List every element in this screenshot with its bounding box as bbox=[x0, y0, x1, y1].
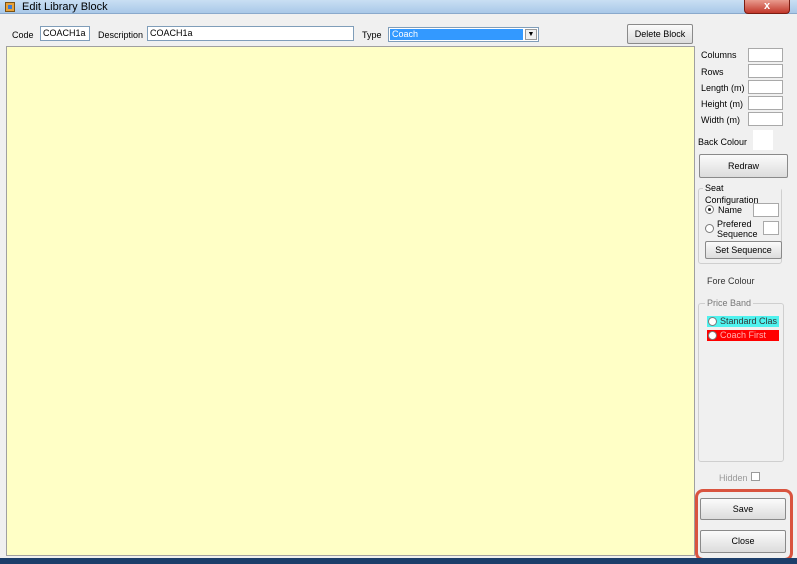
chevron-down-icon[interactable]: ▼ bbox=[525, 29, 537, 40]
coach-first-label: Coach First bbox=[720, 330, 767, 340]
standard-label: Standard Clas bbox=[720, 316, 778, 326]
sequence-radio[interactable] bbox=[705, 224, 714, 233]
hidden-label: Hidden bbox=[719, 473, 748, 483]
name-input[interactable] bbox=[753, 203, 779, 217]
name-radio[interactable] bbox=[705, 205, 714, 214]
redraw-button[interactable]: Redraw bbox=[699, 154, 788, 178]
type-select[interactable]: Coach ▼ bbox=[388, 27, 539, 42]
height-input[interactable] bbox=[748, 96, 783, 110]
window-close-button[interactable]: x bbox=[744, 0, 790, 14]
price-band-title: Price Band bbox=[705, 297, 754, 309]
price-band-item-coach-first[interactable]: Coach First bbox=[707, 330, 779, 341]
highlight-box bbox=[695, 489, 793, 561]
sequence-label: Prefered Sequence bbox=[717, 219, 758, 239]
columns-input[interactable] bbox=[748, 48, 783, 62]
header-toolbar: Code COACH1a Description COACH1a Type Co… bbox=[0, 14, 797, 46]
columns-label: Columns bbox=[701, 50, 737, 60]
length-label: Length (m) bbox=[701, 83, 745, 93]
block-canvas[interactable] bbox=[6, 46, 695, 556]
price-band-item-standard[interactable]: Standard Clas bbox=[707, 316, 779, 327]
type-label: Type bbox=[362, 30, 382, 40]
sequence-input[interactable] bbox=[763, 221, 779, 235]
type-selected-value: Coach bbox=[390, 29, 523, 40]
length-input[interactable] bbox=[748, 80, 783, 94]
description-input[interactable]: COACH1a bbox=[147, 26, 354, 41]
standard-radio[interactable] bbox=[708, 317, 717, 326]
rows-label: Rows bbox=[701, 67, 724, 77]
rows-input[interactable] bbox=[748, 64, 783, 78]
name-label: Name bbox=[718, 205, 743, 215]
code-label: Code bbox=[12, 30, 34, 40]
fore-colour-label: Fore Colour bbox=[707, 276, 755, 286]
taskbar bbox=[0, 558, 797, 564]
close-icon: x bbox=[763, 0, 771, 12]
description-label: Description bbox=[98, 30, 144, 40]
app-icon bbox=[5, 2, 15, 12]
code-input[interactable]: COACH1a bbox=[40, 26, 90, 41]
set-sequence-button[interactable]: Set Sequence bbox=[705, 241, 782, 259]
seat-configuration-group: Seat Configuration Name Prefered Sequenc… bbox=[698, 182, 782, 264]
coach-first-radio[interactable] bbox=[708, 331, 717, 340]
delete-block-button[interactable]: Delete Block bbox=[627, 24, 693, 44]
window-title: Edit Library Block bbox=[22, 1, 108, 13]
back-colour-label: Back Colour bbox=[698, 137, 748, 147]
title-bar: Edit Library Block x bbox=[0, 0, 797, 14]
price-band-group: Price Band Standard Clas Coach First bbox=[698, 297, 784, 462]
hidden-checkbox[interactable] bbox=[751, 472, 760, 481]
properties-panel: Columns Rows Length (m) Height (m) Width… bbox=[695, 46, 797, 564]
width-label: Width (m) bbox=[701, 115, 740, 125]
width-input[interactable] bbox=[748, 112, 783, 126]
back-colour-swatch[interactable] bbox=[753, 130, 773, 150]
height-label: Height (m) bbox=[701, 99, 744, 109]
